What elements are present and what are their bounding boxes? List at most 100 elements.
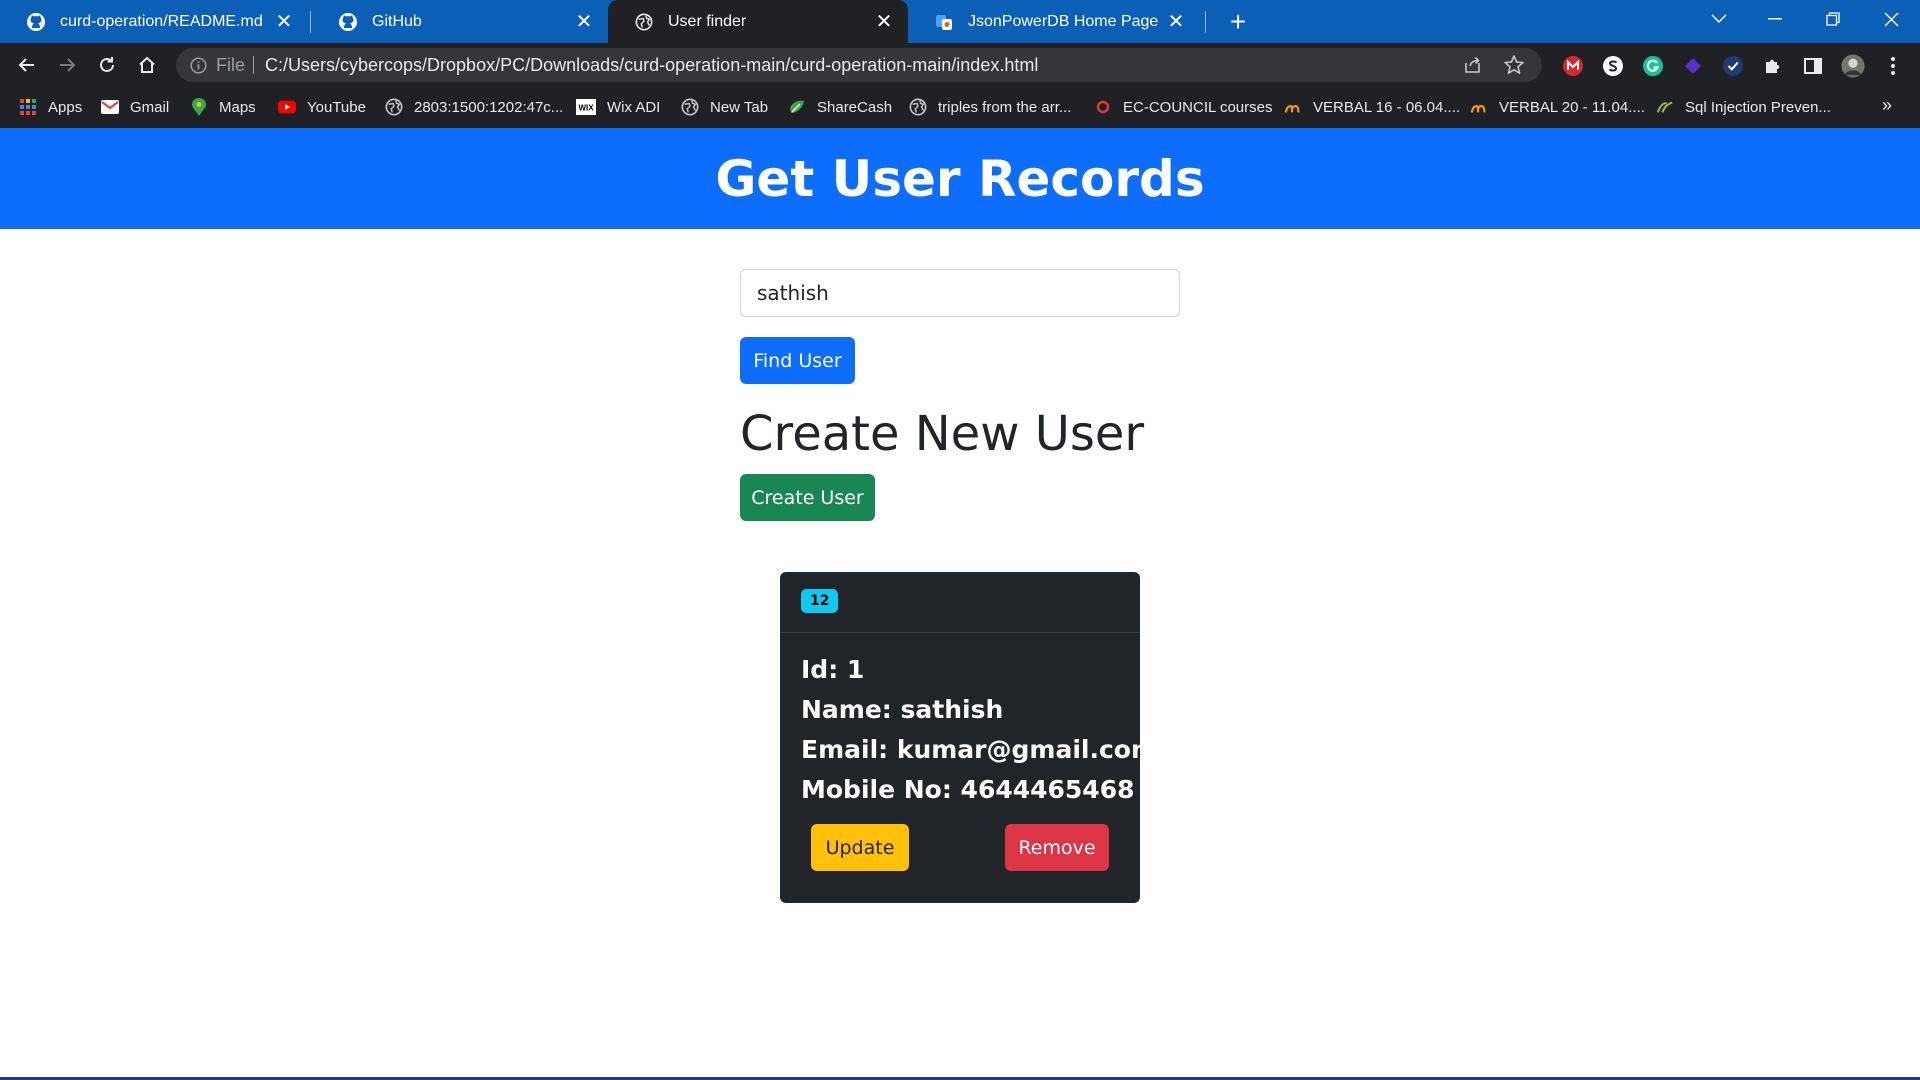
side-panel-icon[interactable] <box>1801 54 1825 78</box>
purple-extension-icon[interactable] <box>1681 54 1705 78</box>
new-tab-button[interactable]: + <box>1222 6 1254 38</box>
tab-jsonpowerdb[interactable]: JsonPowerDB Home Page ✕ <box>908 0 1200 43</box>
address-divider <box>253 56 254 74</box>
bookmark-verbal-20[interactable]: VERBAL 20 - 11.04.... <box>1470 87 1645 127</box>
record-badge: 12 <box>801 589 839 613</box>
bookmark-new-tab[interactable]: New Tab <box>681 87 768 127</box>
apps-grid-icon <box>19 98 37 116</box>
find-user-button[interactable]: Find User <box>740 337 855 384</box>
tab-readme[interactable]: curd-operation/README.md at m ✕ <box>0 0 308 43</box>
tab-github[interactable]: GitHub ✕ <box>312 0 608 43</box>
globe-icon <box>634 12 654 32</box>
tab-close-icon[interactable]: ✕ <box>874 11 894 33</box>
more-bookmarks-icon[interactable]: » <box>1882 95 1892 116</box>
bookmark-label: 2803:1500:1202:47c... <box>414 98 564 116</box>
bookmark-label: Maps <box>219 98 256 116</box>
puzzle-icon[interactable] <box>1761 54 1785 78</box>
profile-avatar[interactable] <box>1841 54 1865 78</box>
tab-title: JsonPowerDB Home Page <box>968 12 1158 30</box>
bookmark-verbal-16[interactable]: VERBAL 16 - 06.04.... <box>1284 87 1460 127</box>
menu-dots-icon[interactable] <box>1881 54 1905 78</box>
bookmark-label: VERBAL 16 - 06.04.... <box>1313 98 1461 116</box>
bookmark-gmail[interactable]: Gmail <box>101 87 169 127</box>
tab-user-finder[interactable]: User finder ✕ <box>608 0 908 43</box>
verbal-icon <box>1284 98 1302 116</box>
address-bar[interactable]: File C:/Users/cybercops/Dropbox/PC/Downl… <box>176 48 1542 82</box>
browser-toolbar: File C:/Users/cybercops/Dropbox/PC/Downl… <box>0 43 1920 87</box>
update-button[interactable]: Update <box>811 824 909 871</box>
jsonpowerdb-icon <box>934 12 954 32</box>
extension-s-icon[interactable] <box>1601 54 1625 78</box>
bookmark-sql-injection[interactable]: Sql Injection Preven... <box>1656 87 1831 127</box>
tab-title: User finder <box>668 12 747 30</box>
forward-arrow-icon[interactable] <box>52 50 82 80</box>
tab-close-icon[interactable]: ✕ <box>1166 11 1186 33</box>
youtube-icon <box>278 98 296 116</box>
tab-close-icon[interactable]: ✕ <box>574 11 594 33</box>
globe-icon <box>385 98 403 116</box>
close-window-icon[interactable] <box>1869 0 1913 38</box>
page-title: Get User Records <box>715 149 1205 208</box>
bookmark-label: Sql Injection Preven... <box>1685 98 1831 116</box>
bookmark-wix[interactable]: WIX Wix ADI <box>576 87 660 127</box>
bookmarks-bar: Apps Gmail Maps YouTube 2803:1500:1202:4… <box>0 87 1920 128</box>
ec-council-icon <box>1094 98 1112 116</box>
mega-extension-icon[interactable] <box>1561 54 1585 78</box>
maps-pin-icon <box>190 98 208 116</box>
bookmark-label: ShareCash <box>817 98 893 116</box>
create-user-heading: Create New User <box>740 406 1145 462</box>
address-url[interactable]: C:/Users/cybercops/Dropbox/PC/Downloads/… <box>265 55 1038 76</box>
wix-icon: WIX <box>576 98 596 116</box>
user-email: Email: kumar@gmail.com <box>801 735 1158 764</box>
gmail-icon <box>101 98 119 116</box>
tab-title: GitHub <box>372 12 422 30</box>
bookmark-label: triples from the arr... <box>938 98 1072 116</box>
globe-icon <box>681 98 699 116</box>
bookmark-label: Gmail <box>130 98 170 116</box>
star-icon[interactable] <box>1502 53 1526 77</box>
remove-button[interactable]: Remove <box>1005 824 1109 871</box>
bookmark-youtube[interactable]: YouTube <box>278 87 366 127</box>
bookmark-maps[interactable]: Maps <box>190 87 256 127</box>
back-arrow-icon[interactable] <box>12 50 42 80</box>
user-id: Id: 1 <box>801 655 865 684</box>
bookmark-triples[interactable]: triples from the arr... <box>909 87 1071 127</box>
page-header: Get User Records <box>0 128 1920 229</box>
user-name: Name: sathish <box>801 695 1004 724</box>
bookmark-label: VERBAL 20 - 11.04.... <box>1499 98 1645 116</box>
share-icon[interactable] <box>1462 54 1484 76</box>
sql-icon <box>1656 98 1674 116</box>
verbal-icon <box>1470 98 1488 116</box>
bookmark-apps[interactable]: Apps <box>19 87 82 127</box>
user-mobile: Mobile No: 4644465468 <box>801 775 1135 804</box>
scheme-label: File <box>216 55 246 75</box>
search-input[interactable] <box>740 269 1180 317</box>
svg-text:WIX: WIX <box>578 104 594 113</box>
tab-title: curd-operation/README.md at m <box>60 12 266 30</box>
restore-icon[interactable] <box>1811 0 1855 38</box>
tab-separator <box>1205 11 1206 33</box>
check-extension-icon[interactable] <box>1721 54 1745 78</box>
bookmark-label: Apps <box>48 98 83 116</box>
tab-separator <box>310 11 311 33</box>
create-user-button[interactable]: Create User <box>740 474 875 521</box>
minimize-icon[interactable] <box>1753 0 1797 38</box>
tab-search-icon[interactable] <box>1697 0 1741 38</box>
grammarly-icon[interactable] <box>1641 54 1665 78</box>
sharecash-icon <box>788 98 806 116</box>
card-header: 12 <box>780 572 1140 633</box>
bookmark-ipv6[interactable]: 2803:1500:1202:47c... <box>385 87 563 127</box>
bookmark-label: New Tab <box>710 98 769 116</box>
bookmark-sharecash[interactable]: ShareCash <box>788 87 892 127</box>
bookmark-ec-council[interactable]: EC-COUNCIL courses <box>1094 87 1272 127</box>
bookmark-label: EC-COUNCIL courses <box>1123 98 1273 116</box>
reload-icon[interactable] <box>92 50 122 80</box>
home-icon[interactable] <box>132 50 162 80</box>
info-icon[interactable] <box>188 55 208 75</box>
bookmark-label: Wix ADI <box>607 98 661 116</box>
tab-close-icon[interactable]: ✕ <box>274 11 294 33</box>
bookmark-label: YouTube <box>307 98 366 116</box>
user-card: 12 Id: 1 Name: sathish Email: kumar@gmai… <box>780 572 1157 903</box>
github-icon <box>338 12 358 32</box>
globe-icon <box>909 98 927 116</box>
